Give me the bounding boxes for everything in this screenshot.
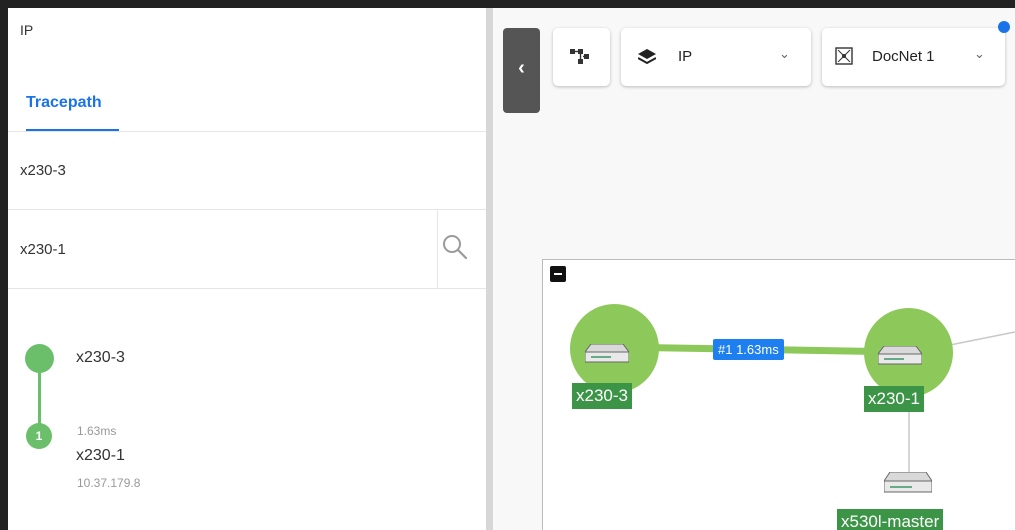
- switch-icon: [884, 472, 932, 494]
- switch-icon: [585, 344, 629, 364]
- node-x230-3-label[interactable]: x230-3: [572, 383, 632, 409]
- topology-links: [613, 331, 1015, 472]
- node-x530l-master-label[interactable]: x530l-master: [837, 509, 944, 530]
- switch-icon: [878, 346, 922, 366]
- node-x230-1-label[interactable]: x230-1: [864, 386, 924, 412]
- link-label[interactable]: #1 1.63ms: [713, 339, 784, 360]
